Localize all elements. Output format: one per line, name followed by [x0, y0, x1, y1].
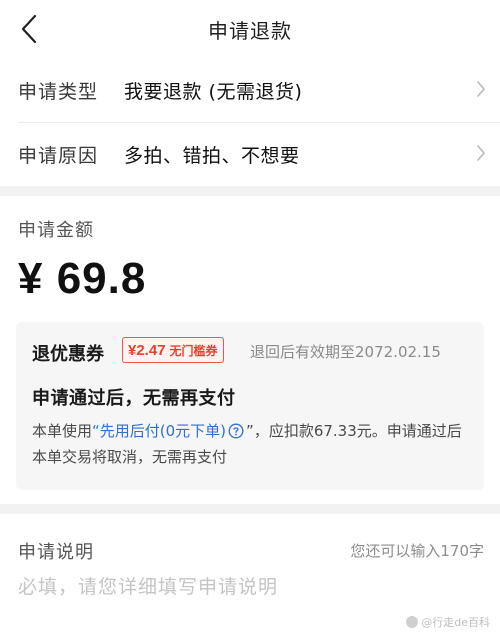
refund-amount: ¥ 69.8 — [18, 254, 147, 303]
description-label: 申请说明 — [18, 542, 94, 563]
coupon-amount: ¥2.47 — [128, 341, 166, 359]
top-bar: 申请退款 — [0, 0, 500, 58]
pay-later-link-text: “先用后付(0元下单) — [92, 422, 227, 440]
coupon-badge: ¥2.47 无门槛券 — [122, 337, 224, 363]
watermark: @行走de百科 — [406, 614, 490, 630]
chevron-right-icon — [477, 145, 485, 161]
chevron-left-icon — [21, 14, 37, 44]
amount-label: 申请金额 — [18, 220, 94, 241]
approval-text-before: 本单使用 — [32, 422, 93, 440]
char-counter: 您还可以输入170字 — [350, 542, 484, 560]
refund-reason-value: 多拍、错拍、不想要 — [124, 144, 300, 167]
refund-type-label: 申请类型 — [18, 80, 99, 103]
approval-description: 本单使用“先用后付(0元下单) ”，应扣款67.33元。申请通过后本单交易将取消… — [32, 418, 472, 470]
refund-amount-card: 申请金额 ¥ 69.8 退优惠券 ¥2.47 无门槛券 退回后有效期至2072.… — [0, 196, 500, 504]
pay-later-link[interactable]: “先用后付(0元下单) — [92, 422, 246, 440]
back-button[interactable] — [14, 12, 44, 46]
coupon-info-box: 退优惠券 ¥2.47 无门槛券 退回后有效期至2072.02.15 申请通过后，… — [16, 322, 484, 490]
refund-reason-label: 申请原因 — [18, 144, 99, 167]
watermark-text: @行走de百科 — [421, 616, 490, 629]
watermark-logo-icon — [406, 616, 419, 628]
coupon-desc: 无门槛券 — [169, 343, 218, 358]
question-circle-icon[interactable] — [228, 423, 244, 439]
coupon-title: 退优惠券 — [32, 344, 104, 365]
page-title: 申请退款 — [208, 18, 292, 43]
coupon-expire-text: 退回后有效期至2072.02.15 — [250, 343, 441, 361]
refund-options-card: 申请类型 我要退款 (无需退货) 申请原因 多拍、错拍、不想要 — [0, 58, 500, 186]
refund-reason-row[interactable]: 申请原因 多拍、错拍、不想要 — [0, 122, 500, 186]
refund-type-value: 我要退款 (无需退货) — [124, 80, 303, 103]
refund-type-row[interactable]: 申请类型 我要退款 (无需退货) — [0, 58, 500, 122]
refund-description-card: 申请说明 您还可以输入170字 @行走de百科 — [0, 514, 500, 636]
description-input[interactable] — [18, 572, 478, 602]
approval-title: 申请通过后，无需再支付 — [32, 388, 236, 409]
chevron-right-icon — [477, 81, 485, 97]
